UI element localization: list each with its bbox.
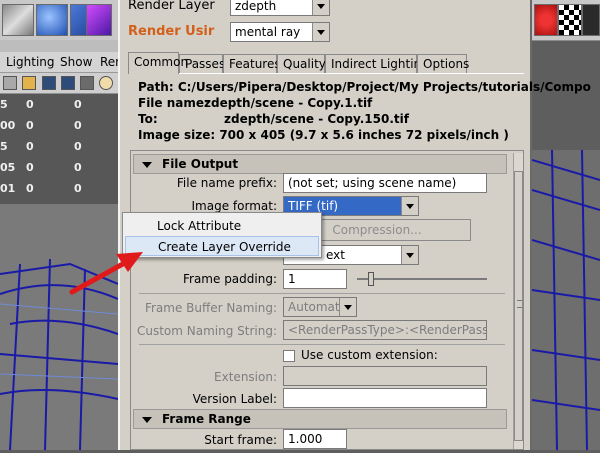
slider-handle[interactable] bbox=[368, 272, 374, 286]
grid-icon[interactable] bbox=[42, 76, 56, 90]
file-name-prefix-label: File name prefix: bbox=[176, 176, 277, 190]
divider bbox=[139, 293, 505, 294]
custom-naming-string-field[interactable]: <RenderPassType>:<RenderPass>.<Came bbox=[283, 320, 487, 340]
sphere-icon[interactable] bbox=[36, 4, 68, 36]
panel-iconbar bbox=[0, 73, 130, 94]
scroll-grip-icon bbox=[517, 300, 522, 308]
start-frame-label: Start frame: bbox=[204, 433, 277, 447]
chevron-down-icon[interactable] bbox=[401, 246, 418, 264]
cube-icon[interactable] bbox=[2, 4, 34, 36]
chevron-down-icon[interactable] bbox=[312, 0, 329, 15]
divider bbox=[139, 344, 505, 345]
tab-divider bbox=[128, 73, 524, 74]
light-icon[interactable] bbox=[22, 76, 36, 90]
viewport-right[interactable] bbox=[531, 149, 600, 451]
render-using-select[interactable]: mental ray bbox=[230, 22, 330, 42]
chevron-down-icon[interactable] bbox=[339, 298, 356, 316]
file-name-value: zdepth/scene - Copy.1.tif bbox=[204, 96, 373, 110]
film-icon[interactable] bbox=[61, 76, 75, 90]
frame-padding-label: Frame padding: bbox=[182, 272, 277, 286]
red-sphere-icon[interactable] bbox=[534, 4, 558, 36]
wireframe-mesh-right bbox=[531, 149, 600, 451]
version-label-label: Version Label: bbox=[192, 392, 277, 406]
channel-values: 500 00 0 0 500 05 0 0 01 0 0 bbox=[0, 94, 130, 204]
shelf-tabs bbox=[0, 40, 130, 52]
tab-indirect-lighting[interactable]: Indirect Lighting bbox=[325, 54, 429, 74]
custom-naming-string-label: Custom Naming String: bbox=[136, 324, 277, 338]
frame-buffer-naming-label: Frame Buffer Naming: bbox=[144, 301, 277, 315]
tab-options[interactable]: Options bbox=[417, 54, 469, 74]
chevron-down-icon[interactable] bbox=[401, 197, 418, 215]
frame-buffer-naming-select[interactable]: Automatic bbox=[283, 297, 357, 317]
use-custom-extension-checkbox[interactable] bbox=[283, 350, 295, 362]
collapse-triangle-icon bbox=[142, 162, 152, 168]
image-format-label: Image format: bbox=[191, 199, 277, 213]
menu-show[interactable]: Show bbox=[60, 55, 92, 69]
use-custom-extension-label: Use custom extension: bbox=[301, 348, 438, 362]
extension-label: Extension: bbox=[214, 370, 277, 384]
render-box-icon[interactable] bbox=[86, 4, 112, 36]
version-label-field[interactable] bbox=[283, 388, 487, 408]
file-output-header[interactable]: File Output bbox=[133, 154, 507, 174]
file-name-label: File name: bbox=[138, 96, 209, 110]
context-menu: Lock Attribute Create Layer Override bbox=[122, 212, 322, 258]
viewport-left[interactable] bbox=[0, 204, 119, 451]
start-frame-field[interactable]: 1.000 bbox=[283, 429, 347, 449]
panel-tool-icon[interactable] bbox=[3, 76, 17, 90]
panel-menubar: Lighting Show Ren bbox=[0, 52, 130, 73]
create-layer-override-item[interactable]: Create Layer Override bbox=[125, 236, 319, 256]
render-using-label: Render Usir bbox=[128, 24, 215, 39]
image-size-text: Image size: 700 x 405 (9.7 x 5.6 inches … bbox=[138, 128, 509, 142]
extension-field[interactable] bbox=[283, 366, 487, 386]
camera-icon[interactable] bbox=[80, 76, 94, 90]
to-label: To: bbox=[138, 112, 158, 126]
frame-range-header[interactable]: Frame Range bbox=[133, 409, 507, 429]
shade-icon[interactable] bbox=[99, 76, 113, 90]
frame-padding-field[interactable]: 1 bbox=[283, 269, 347, 289]
tab-features[interactable]: Features bbox=[223, 54, 281, 74]
panel-scrollbar[interactable] bbox=[513, 153, 523, 449]
file-name-prefix-field[interactable]: (not set; using scene name) bbox=[283, 173, 487, 193]
tab-quality[interactable]: Quality bbox=[277, 54, 326, 74]
checker-icon[interactable] bbox=[558, 4, 582, 36]
scrollbar-thumb[interactable] bbox=[514, 171, 523, 441]
channel-row: 01 0 0 bbox=[0, 182, 82, 195]
chevron-down-icon[interactable] bbox=[312, 23, 329, 41]
render-layer-select[interactable]: zdepth bbox=[230, 0, 330, 16]
lock-attribute-item[interactable]: Lock Attribute bbox=[125, 216, 319, 236]
to-value: zdepth/scene - Copy.150.tif bbox=[224, 112, 409, 126]
render-layer-label: Render Layer bbox=[128, 0, 215, 13]
collapse-triangle-icon bbox=[142, 417, 152, 423]
menu-lighting[interactable]: Lighting bbox=[6, 55, 55, 69]
path-text: Path: C:/Users/Pipera/Desktop/Project/My… bbox=[138, 80, 591, 94]
frame-padding-slider[interactable] bbox=[357, 278, 487, 280]
attribute-panel: File Output File name prefix: (not set; … bbox=[130, 150, 524, 450]
wireframe-mesh-left bbox=[0, 258, 119, 451]
tab-common[interactable]: Common bbox=[128, 52, 188, 74]
render-settings-icon[interactable] bbox=[582, 4, 600, 36]
